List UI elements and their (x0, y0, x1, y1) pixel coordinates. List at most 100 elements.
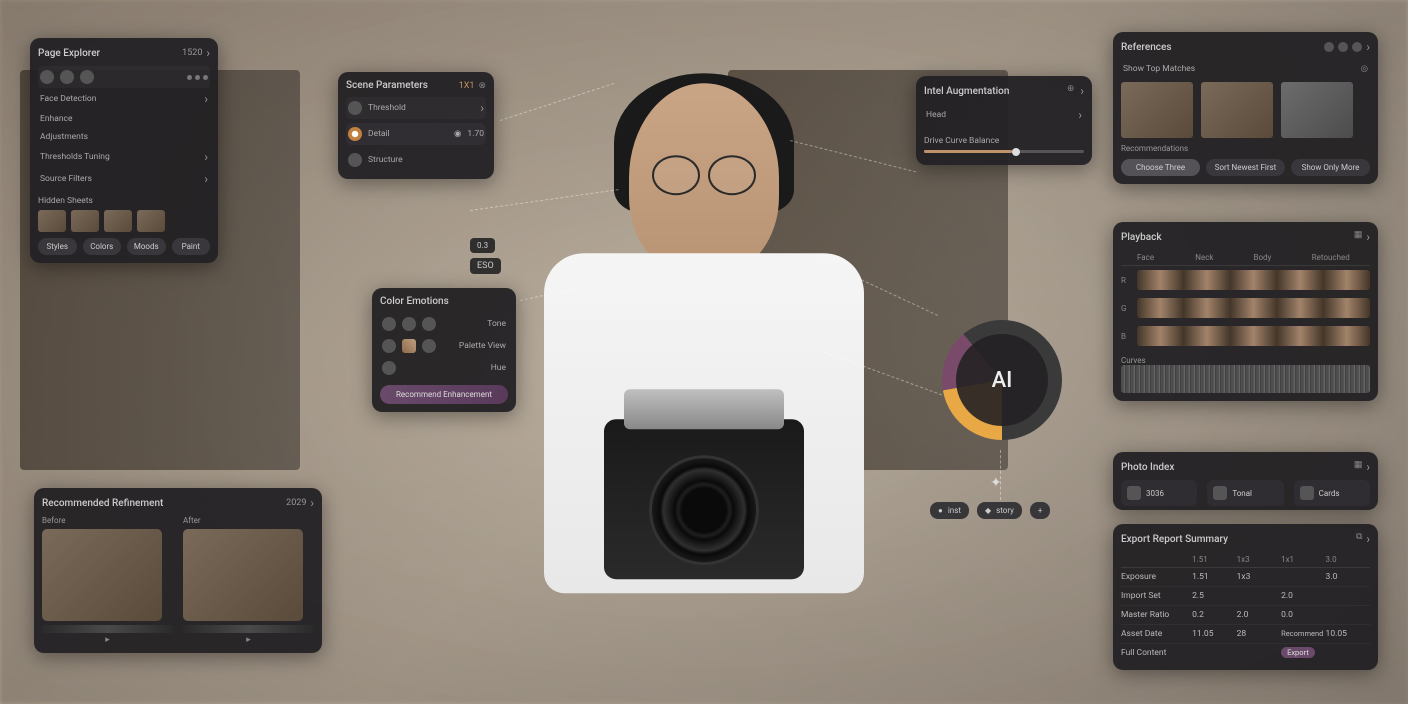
pill-sort[interactable]: Sort Newest First (1206, 159, 1285, 176)
table-row[interactable]: Import Set2.52.0 (1121, 587, 1370, 606)
recommend-button[interactable]: Recommend Enhancement (380, 385, 508, 404)
circle-icon: ● (938, 506, 943, 515)
color-emotions-panel: Color Emotions Tone Palette View Hue Rec… (372, 288, 516, 412)
chevron-right-icon: › (204, 172, 208, 186)
table-row[interactable]: Master Ratio0.22.00.0 (1121, 606, 1370, 625)
swatch-icon (402, 317, 416, 331)
recommend-title: Recommended Refinement (42, 498, 163, 509)
head-row[interactable]: Head › (924, 104, 1084, 126)
thumbnail[interactable] (71, 210, 99, 232)
nav-sources[interactable]: Source Filters› (38, 168, 210, 190)
chevron-right-icon: › (1078, 108, 1082, 122)
waveform-r[interactable] (1137, 270, 1370, 290)
waveform-b[interactable] (1137, 326, 1370, 346)
nav-label: Adjustments (40, 132, 88, 142)
chevron-right-icon[interactable]: › (1366, 40, 1370, 54)
spectrum-label: Curves (1121, 356, 1370, 365)
ref-title: References (1121, 42, 1172, 53)
nav-enhance[interactable]: Enhance (38, 110, 210, 128)
target-icon[interactable]: ◎ (1361, 64, 1368, 74)
report-title: Export Report Summary (1121, 534, 1228, 545)
before-thumbnail[interactable] (42, 529, 162, 621)
diamond-icon: ◆ (985, 506, 991, 515)
ai-dial[interactable]: AI (942, 320, 1062, 440)
nav-adjustments[interactable]: Adjustments (38, 128, 210, 146)
chip-inst[interactable]: ●inst (930, 502, 969, 519)
after-thumbnail[interactable] (183, 529, 303, 621)
timeline-strip[interactable] (42, 625, 173, 633)
radio-active-icon (348, 127, 362, 141)
pill-colors[interactable]: Colors (83, 238, 122, 255)
tone-label: Tone (487, 319, 506, 329)
image-icon (1213, 486, 1227, 500)
crosshair-icon[interactable]: ✦ (990, 475, 1002, 491)
ref-sub-row[interactable]: Show Top Matches ◎ (1121, 60, 1370, 78)
play-icon[interactable]: ▸ (183, 635, 314, 645)
head-label: Head (926, 110, 946, 120)
pill-show[interactable]: Show Only More (1291, 159, 1370, 176)
palette-row[interactable]: Palette View (380, 335, 508, 357)
threshold-row[interactable]: Threshold › (346, 97, 486, 119)
hue-row[interactable]: Hue (380, 357, 508, 379)
chevron-right-icon[interactable]: › (310, 496, 314, 510)
tone-row[interactable]: Tone (380, 313, 508, 335)
recommend-panel: Recommended Refinement 2029 › Before ▸ A… (34, 488, 322, 653)
chevron-right-icon[interactable]: › (206, 46, 210, 60)
table-row[interactable]: Asset Date11.0528Recommend10.05 (1121, 625, 1370, 644)
chip-story[interactable]: ◆story (977, 502, 1022, 519)
pill-choose[interactable]: Choose Three (1121, 159, 1200, 176)
toolbar-row[interactable] (38, 66, 210, 88)
palette-icon (402, 339, 416, 353)
scene-title: Scene Parameters (346, 80, 428, 91)
ref-thumbnail[interactable] (1281, 82, 1353, 138)
table-row[interactable]: Exposure1.511x33.0 (1121, 568, 1370, 587)
grid-icon[interactable]: ▦ (1354, 230, 1363, 244)
recommend-value: 2029 (286, 498, 306, 508)
link-icon[interactable]: ⊕ (1067, 84, 1075, 98)
color-title: Color Emotions (380, 296, 449, 307)
pill-styles[interactable]: Styles (38, 238, 77, 255)
nav-thresholds[interactable]: Thresholds Tuning› (38, 146, 210, 168)
thumbnail[interactable] (137, 210, 165, 232)
swatch-icon (382, 339, 396, 353)
nav-label: Face Detection (40, 94, 96, 104)
timeline-strip[interactable] (183, 625, 314, 633)
chevron-right-icon: › (480, 101, 484, 115)
export-badge[interactable]: Export (1281, 647, 1315, 658)
eye-icon[interactable]: ◉ (454, 129, 461, 139)
chevron-right-icon[interactable]: › (1366, 230, 1370, 244)
balance-slider[interactable] (924, 150, 1084, 153)
wave-r-label: R (1121, 276, 1131, 285)
play-icon[interactable]: ▸ (42, 635, 173, 645)
spectrum-graph[interactable] (1121, 365, 1370, 393)
hue-label: Hue (491, 363, 506, 373)
pill-paint[interactable]: Paint (172, 238, 211, 255)
index-tonal[interactable]: Tonal (1207, 480, 1283, 506)
avatar-icon (1324, 42, 1334, 52)
stack-icon (1300, 486, 1314, 500)
ref-thumbnail[interactable] (1201, 82, 1273, 138)
chip-add[interactable]: + (1030, 502, 1051, 519)
thumbnail[interactable] (38, 210, 66, 232)
before-label: Before (42, 516, 173, 525)
chevron-right-icon[interactable]: › (1366, 532, 1370, 546)
grid-icon[interactable]: ▦ (1354, 460, 1363, 474)
structure-row[interactable]: Structure (346, 149, 486, 171)
index-camera[interactable]: 3036 (1121, 480, 1197, 506)
close-icon[interactable]: ⊗ (478, 81, 486, 91)
detail-row[interactable]: Detail ◉ 1.70 (346, 123, 486, 145)
copy-icon[interactable]: ⧉ (1356, 532, 1362, 546)
chip-row: ●inst ◆story + (930, 502, 1050, 519)
nav-face-detection[interactable]: Face Detection› (38, 88, 210, 110)
waveform-g[interactable] (1137, 298, 1370, 318)
avatar-icon (60, 70, 74, 84)
ref-thumbnail[interactable] (1121, 82, 1193, 138)
more-icon[interactable] (187, 75, 208, 80)
table-row[interactable]: Full ContentExport (1121, 644, 1370, 662)
thumbnail[interactable] (104, 210, 132, 232)
pill-moods[interactable]: Moods (127, 238, 166, 255)
chevron-right-icon[interactable]: › (1366, 460, 1370, 474)
chevron-right-icon[interactable]: › (1080, 84, 1084, 98)
avatar-icon (348, 101, 362, 115)
index-cards[interactable]: Cards (1294, 480, 1370, 506)
